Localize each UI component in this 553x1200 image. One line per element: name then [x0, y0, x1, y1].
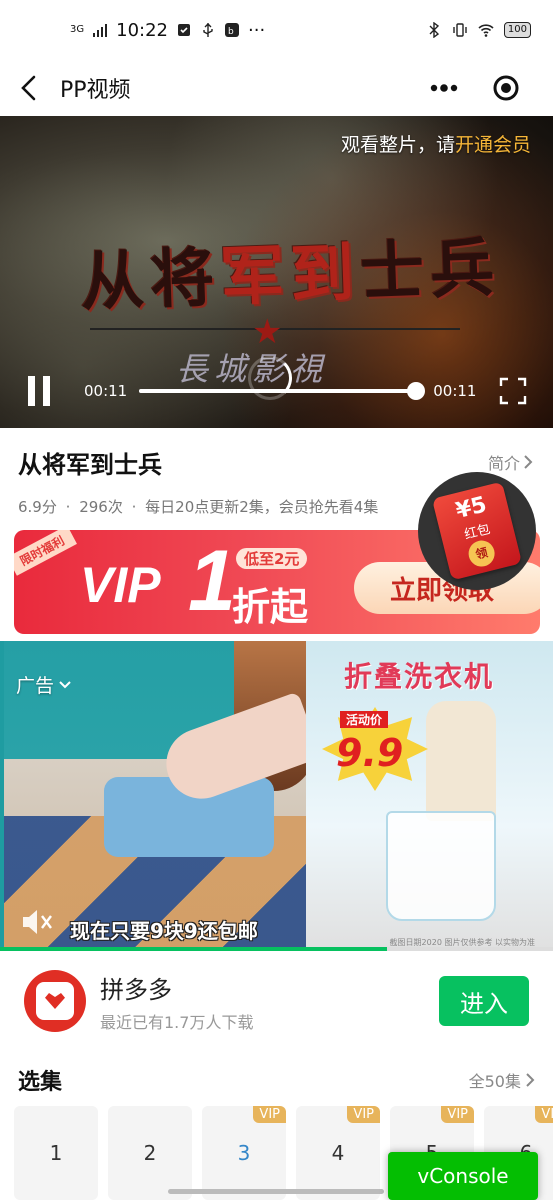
episode-item[interactable]: 1	[14, 1106, 98, 1200]
video-controls: 00:11 00:11	[0, 354, 553, 428]
intro-link[interactable]: 简介	[488, 450, 533, 474]
back-arrow-icon	[21, 75, 36, 101]
back-button[interactable]	[2, 60, 58, 116]
more-dots-icon	[430, 84, 458, 92]
nav-bar: PP视频	[0, 60, 553, 116]
promo-low-price: 低至2元	[236, 548, 308, 569]
signal-icon	[93, 24, 108, 37]
usb-icon	[203, 23, 213, 37]
battery-level: 100	[503, 22, 531, 38]
drama-plays: 296次	[79, 498, 123, 516]
notification-check-icon	[178, 24, 190, 36]
vip-badge: VIP	[441, 1106, 474, 1123]
more-button[interactable]	[413, 68, 475, 108]
current-time: 00:11	[84, 382, 128, 400]
chevron-right-icon	[526, 1073, 535, 1087]
status-time: 10:22	[116, 19, 168, 41]
ad-product-panel: 折叠洗衣机 活动价 9.9 截图日期2020 图片仅供参考 以实物为准	[306, 641, 553, 951]
fullscreen-button[interactable]	[499, 377, 527, 405]
chevron-down-icon	[59, 680, 71, 688]
washer-image	[386, 811, 496, 921]
promo-number: 1	[188, 533, 236, 629]
vip-hint[interactable]: 观看整片，请开通会员	[341, 130, 531, 157]
vip-badge: VIP	[535, 1106, 553, 1123]
red-packet-icon: ¥5 红包 领	[431, 481, 523, 581]
close-button[interactable]	[475, 68, 537, 108]
episode-header: 选集 全50集	[18, 1064, 535, 1096]
network-type: 3G	[70, 24, 85, 35]
ad-product-title: 折叠洗衣机	[344, 660, 495, 693]
ad-label[interactable]: 广告	[16, 671, 72, 698]
promo-discount: 折起	[232, 585, 309, 629]
ad-progress	[0, 947, 553, 951]
svg-text:b: b	[228, 27, 234, 37]
video-player[interactable]: 从将军到士兵 ★ 長城影視 观看整片，请开通会员 00:11 00:11	[0, 116, 553, 428]
episode-item[interactable]: 3 VIP	[202, 1106, 286, 1200]
mute-button[interactable]	[20, 907, 54, 937]
ad-caption: 现在只要9块9还包邮	[70, 919, 258, 943]
pinduoduo-logo	[24, 970, 86, 1032]
wifi-icon	[478, 24, 494, 37]
pause-icon	[28, 376, 35, 406]
vip-open-link[interactable]: 开通会员	[455, 134, 531, 156]
status-bar: 3G 10:22 b ··· 100	[0, 0, 553, 60]
enter-button[interactable]: 进入	[439, 976, 529, 1026]
episode-item[interactable]: 4 VIP	[296, 1106, 380, 1200]
progress-fill	[139, 389, 416, 393]
vip-badge: VIP	[347, 1106, 380, 1123]
app-notification-icon: b	[225, 23, 239, 37]
red-packet-float[interactable]: ¥5 红包 领	[418, 472, 536, 590]
progress-bar[interactable]	[139, 382, 425, 400]
vconsole-button[interactable]: vConsole	[388, 1152, 538, 1200]
video-overlay-title: 从将军到士兵	[79, 230, 502, 321]
progress-knob[interactable]	[406, 382, 425, 400]
episode-item[interactable]: 2	[108, 1106, 192, 1200]
ad-banner[interactable]: 折叠洗衣机 活动价 9.9 截图日期2020 图片仅供参考 以实物为准 广告 现…	[0, 641, 553, 951]
pause-button[interactable]	[28, 376, 56, 406]
all-episodes-link[interactable]: 全50集	[469, 1068, 535, 1092]
mini-program-capsule	[413, 68, 537, 108]
total-time: 00:11	[433, 382, 477, 400]
page-title: PP视频	[60, 78, 131, 103]
promo-vip: VIP	[80, 557, 161, 613]
app-download-row: 拼多多 最近已有1.7万人下载 进入	[24, 966, 529, 1036]
home-indicator[interactable]	[168, 1189, 384, 1194]
close-target-icon	[493, 75, 519, 101]
bluetooth-icon	[429, 22, 439, 38]
drama-title: 从将军到士兵	[18, 450, 162, 479]
app-download-count: 最近已有1.7万人下载	[100, 1012, 254, 1032]
episode-section-title: 选集	[18, 1070, 63, 1095]
status-more: ···	[248, 19, 266, 41]
mute-icon	[23, 910, 52, 934]
drama-update: 每日20点更新2集，会员抢先看4集	[145, 498, 379, 516]
fullscreen-icon	[499, 377, 527, 405]
chevron-right-icon	[524, 455, 533, 469]
app-name: 拼多多	[100, 975, 172, 1004]
promo-tag: 限时福利	[14, 530, 77, 576]
vip-badge: VIP	[253, 1106, 286, 1123]
vibrate-icon	[453, 23, 467, 37]
price-tag: 活动价 9.9	[322, 707, 428, 791]
drama-score: 6.9分	[18, 498, 57, 516]
drama-meta: 6.9分 · 296次 · 每日20点更新2集，会员抢先看4集	[18, 498, 379, 516]
